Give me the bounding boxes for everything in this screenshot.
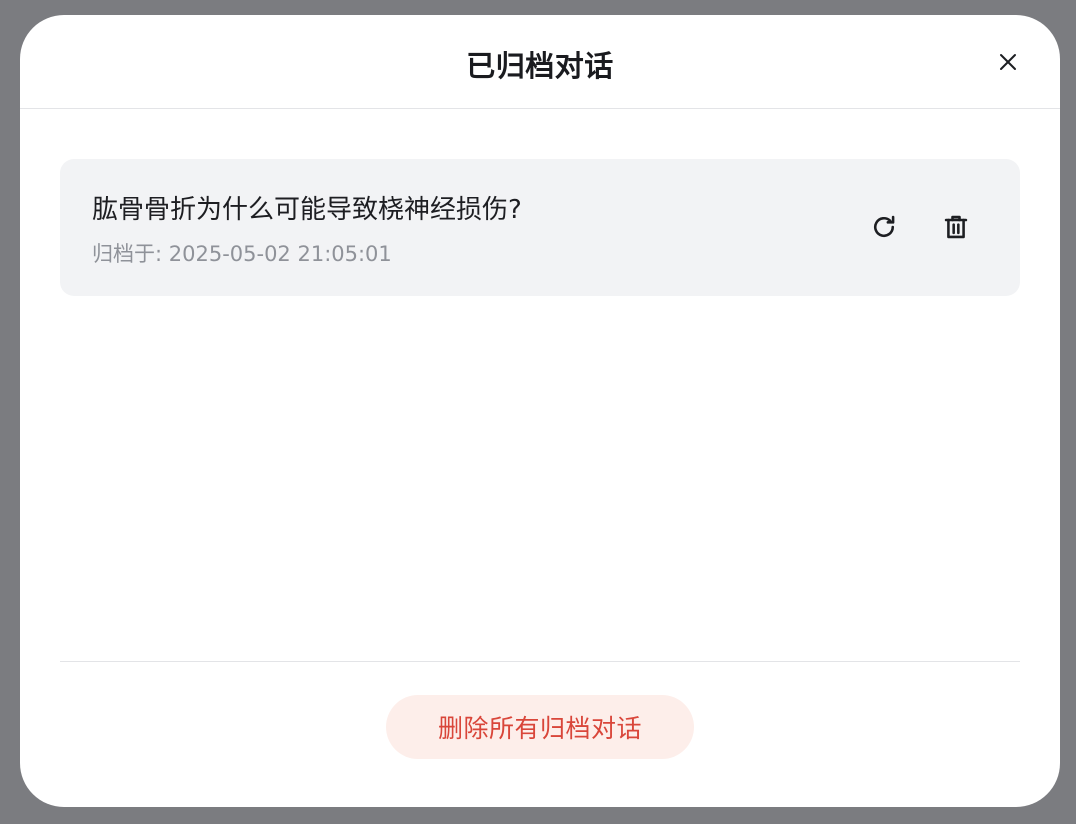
delete-all-archived-button[interactable]: 删除所有归档对话 (386, 695, 694, 759)
archived-chat-list: 肱骨骨折为什么可能导致桡神经损伤? 归档于: 2025-05-02 21:05:… (60, 159, 1020, 296)
restore-button[interactable] (864, 207, 904, 247)
archived-chat-title: 肱骨骨折为什么可能导致桡神经损伤? (92, 195, 522, 225)
trash-icon (944, 215, 968, 239)
dialog-title: 已归档对话 (466, 49, 614, 83)
restore-icon (874, 215, 895, 238)
close-button[interactable] (992, 46, 1024, 78)
archived-chat-timestamp: 归档于: 2025-05-02 21:05:01 (92, 242, 392, 266)
dialog-header: 已归档对话 (20, 15, 1060, 109)
delete-button[interactable] (936, 207, 976, 247)
close-icon (1000, 54, 1016, 70)
archived-chats-dialog: 已归档对话 肱骨骨折为什么可能导致桡神经损伤? 归档于: 2025-05-02 … (20, 15, 1060, 807)
footer-divider (60, 661, 1020, 662)
archived-chat-item[interactable]: 肱骨骨折为什么可能导致桡神经损伤? 归档于: 2025-05-02 21:05:… (60, 159, 1020, 296)
